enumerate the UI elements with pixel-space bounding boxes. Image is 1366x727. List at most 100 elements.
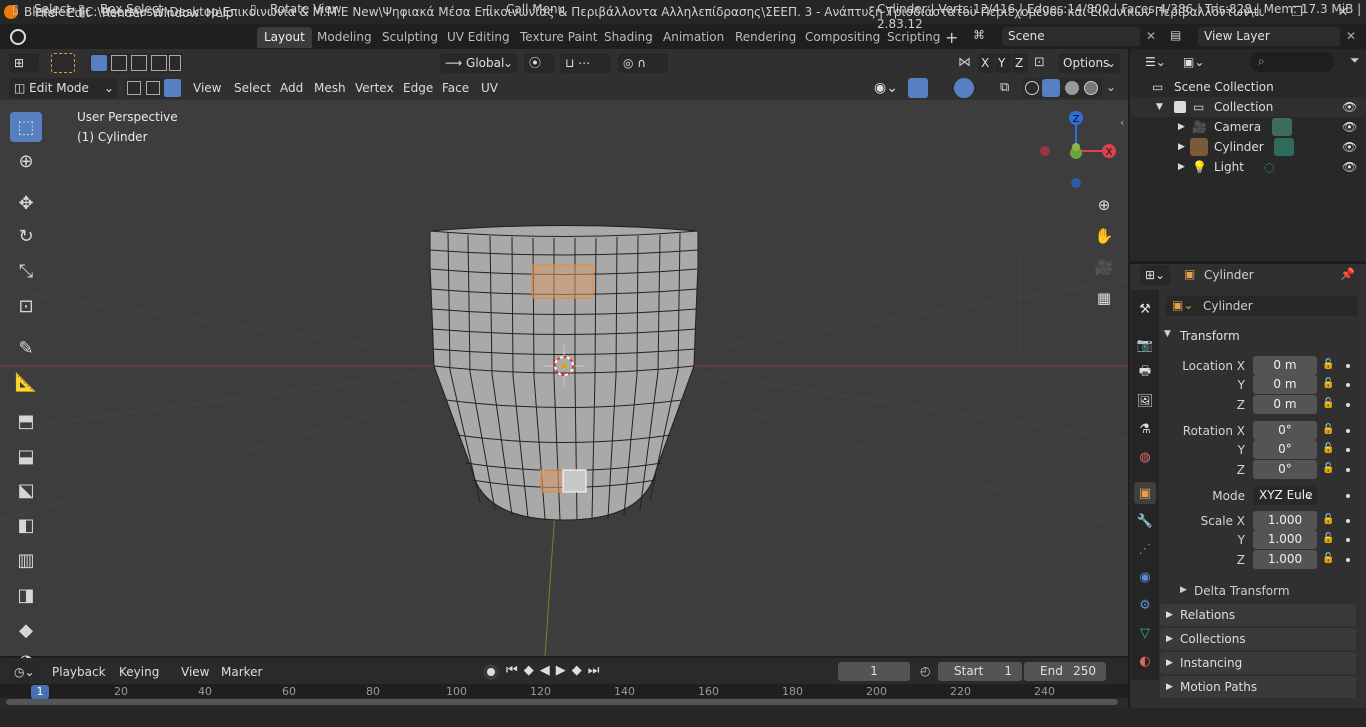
lock-icon[interactable]: 🔓	[1322, 553, 1334, 565]
outliner-editor-type-button[interactable]: ☰⌄	[1140, 52, 1170, 72]
menu-help[interactable]: Help	[206, 4, 233, 22]
select-intersect-icon[interactable]	[169, 55, 181, 71]
timeline-editor-type-button[interactable]: ◷⌄	[9, 662, 39, 682]
wireframe-shading-icon[interactable]	[1025, 81, 1039, 95]
filter-icon[interactable]: ⏷	[1350, 53, 1360, 68]
vertex-select-icon[interactable]	[127, 81, 141, 95]
lock-icon[interactable]: 🔓	[1322, 443, 1334, 455]
scene-remove-icon[interactable]: ✕	[1146, 29, 1156, 43]
pan-hand-icon[interactable]: ✋	[1091, 223, 1117, 249]
mode-select[interactable]: ◫ Edit Mode ⌄	[9, 78, 118, 98]
lock-icon[interactable]: 🔓	[1322, 533, 1334, 545]
outliner-item-cylinder[interactable]: ▶ Cylinder 👁	[1130, 137, 1366, 157]
physics-tab-icon[interactable]: ◉	[1134, 566, 1156, 588]
zoom-icon[interactable]: ⊕	[1091, 192, 1117, 218]
blender-menu-icon[interactable]	[10, 29, 26, 45]
timeline-scrollbar[interactable]	[6, 699, 1118, 705]
add-workspace-icon[interactable]: +	[945, 28, 958, 47]
annotate-tool-icon[interactable]: ✎	[10, 333, 42, 363]
camera-view-icon[interactable]: 🎥	[1091, 254, 1117, 280]
mirror-x-toggle[interactable]: X	[978, 53, 994, 73]
sidebar-toggle-icon[interactable]: ‹	[1120, 116, 1124, 129]
checkbox-icon[interactable]	[1174, 101, 1186, 113]
scale-y-field[interactable]: 1.000	[1253, 530, 1317, 549]
overlay-toggle-icon[interactable]	[954, 78, 974, 98]
visibility-icon[interactable]: ◉⌄	[874, 80, 898, 96]
keyframe-dot-icon[interactable]	[1346, 448, 1350, 452]
scene-selector[interactable]: Scene	[1002, 27, 1140, 46]
world-tab-icon[interactable]: ◍	[1134, 446, 1156, 468]
lock-icon[interactable]: 🔓	[1322, 359, 1334, 371]
loop-cut-tool-icon[interactable]: ▥	[10, 545, 42, 575]
cursor-tool-icon[interactable]: ⊕	[10, 146, 42, 176]
selected-face-top[interactable]	[531, 264, 594, 299]
expand-arrow-icon[interactable]: ▶	[1178, 157, 1185, 177]
poly-build-tool-icon[interactable]: ◆	[10, 615, 42, 645]
material-shading-icon[interactable]	[1065, 81, 1079, 95]
properties-editor-type-button[interactable]: ⊞⌄	[1140, 265, 1170, 285]
scale-tool-icon[interactable]: ⤡	[10, 256, 42, 286]
outliner-item-collection[interactable]: ▼ ▭ Collection 👁	[1130, 97, 1366, 117]
active-face[interactable]	[562, 469, 587, 493]
add-cube-tool-icon[interactable]: ⬒	[10, 406, 42, 436]
material-tab-icon[interactable]: ◐	[1134, 650, 1156, 672]
eye-icon[interactable]: 👁	[1342, 157, 1357, 177]
mirror-z-toggle[interactable]: Z	[1012, 53, 1028, 73]
menu-view[interactable]: View	[188, 78, 226, 98]
tab-animation[interactable]: Animation	[656, 27, 731, 48]
navigation-gizmo[interactable]: Z X	[1036, 106, 1122, 192]
delta-transform-subpanel[interactable]: ▶ Delta Transform	[1176, 582, 1356, 602]
outliner-search-input[interactable]: ⌕	[1250, 52, 1334, 72]
measure-tool-icon[interactable]: 📐	[10, 367, 42, 397]
particles-tab-icon[interactable]: ⋰	[1134, 538, 1156, 560]
edge-select-icon[interactable]	[146, 81, 160, 95]
display-mode-button[interactable]: ▣⌄	[1178, 52, 1208, 72]
scene-type-icon[interactable]: ⌘	[973, 28, 997, 46]
motion-paths-panel[interactable]: ▶ Motion Paths	[1160, 676, 1356, 698]
transform-tool-icon[interactable]: ⊡	[10, 291, 42, 321]
snap-button[interactable]: ⊔ ⋯	[560, 53, 610, 73]
pivot-point-button[interactable]: ⦿	[524, 53, 554, 73]
outliner-scene-collection[interactable]: ▭ Scene Collection	[1130, 77, 1366, 97]
solid-shading-icon[interactable]	[1042, 79, 1060, 97]
rotation-mode-select[interactable]: XYZ Eule ⌄	[1253, 486, 1317, 505]
expand-arrow-icon[interactable]: ▶	[1178, 117, 1185, 137]
stopwatch-icon[interactable]: ◴	[920, 664, 930, 678]
xray-icon[interactable]: ⧉	[1000, 80, 1009, 95]
lock-icon[interactable]: 🔓	[1322, 398, 1334, 410]
rendered-shading-icon[interactable]	[1084, 81, 1098, 95]
menu-face[interactable]: Face	[437, 78, 474, 98]
outliner-item-light[interactable]: ▶ 💡 Light ◌ 👁	[1130, 157, 1366, 177]
rotate-tool-icon[interactable]: ↻	[10, 221, 42, 251]
location-z-field[interactable]: 0 m	[1253, 395, 1317, 414]
auto-merge-icon[interactable]: ⊡	[1034, 55, 1045, 70]
move-tool-icon[interactable]: ✥	[10, 188, 42, 218]
proportional-edit-button[interactable]: ◎ ∩	[618, 53, 668, 73]
timeline-menu-playback[interactable]: Playback	[52, 663, 106, 681]
tab-rendering[interactable]: Rendering	[728, 27, 803, 48]
location-x-field[interactable]: 0 m	[1253, 356, 1317, 375]
mesh-data-tab-icon[interactable]: ▽	[1134, 622, 1156, 644]
scene-tab-icon[interactable]: ⚗	[1134, 418, 1156, 440]
collections-panel[interactable]: ▶ Collections	[1160, 628, 1356, 650]
cylinder-mesh[interactable]	[429, 225, 699, 521]
inset-tool-icon[interactable]: ⬕	[10, 475, 42, 505]
gizmo-toggle-icon[interactable]	[908, 78, 928, 98]
keyframe-dot-icon[interactable]	[1346, 383, 1350, 387]
end-frame-field[interactable]: End 250	[1024, 662, 1106, 681]
keyframe-dot-icon[interactable]	[1346, 468, 1350, 472]
playhead[interactable]: 1	[31, 685, 49, 699]
gizmo-neg-y-handle[interactable]	[1072, 143, 1080, 151]
menu-add[interactable]: Add	[275, 78, 308, 98]
record-button[interactable]	[483, 664, 499, 680]
bevel-tool-icon[interactable]: ◧	[10, 510, 42, 540]
keyframe-dot-icon[interactable]	[1346, 364, 1350, 368]
view-layer-selector[interactable]: View Layer	[1198, 27, 1340, 46]
playback-controls[interactable]: ⏮◆◀▶◆⏭	[506, 663, 626, 681]
lock-icon[interactable]: 🔓	[1322, 463, 1334, 475]
eye-icon[interactable]: 👁	[1342, 117, 1357, 137]
mirror-icon[interactable]: ⋈	[958, 55, 971, 70]
lock-icon[interactable]: 🔓	[1322, 378, 1334, 390]
constraints-tab-icon[interactable]: ⚙	[1134, 594, 1156, 616]
rotation-x-field[interactable]: 0°	[1253, 421, 1317, 440]
